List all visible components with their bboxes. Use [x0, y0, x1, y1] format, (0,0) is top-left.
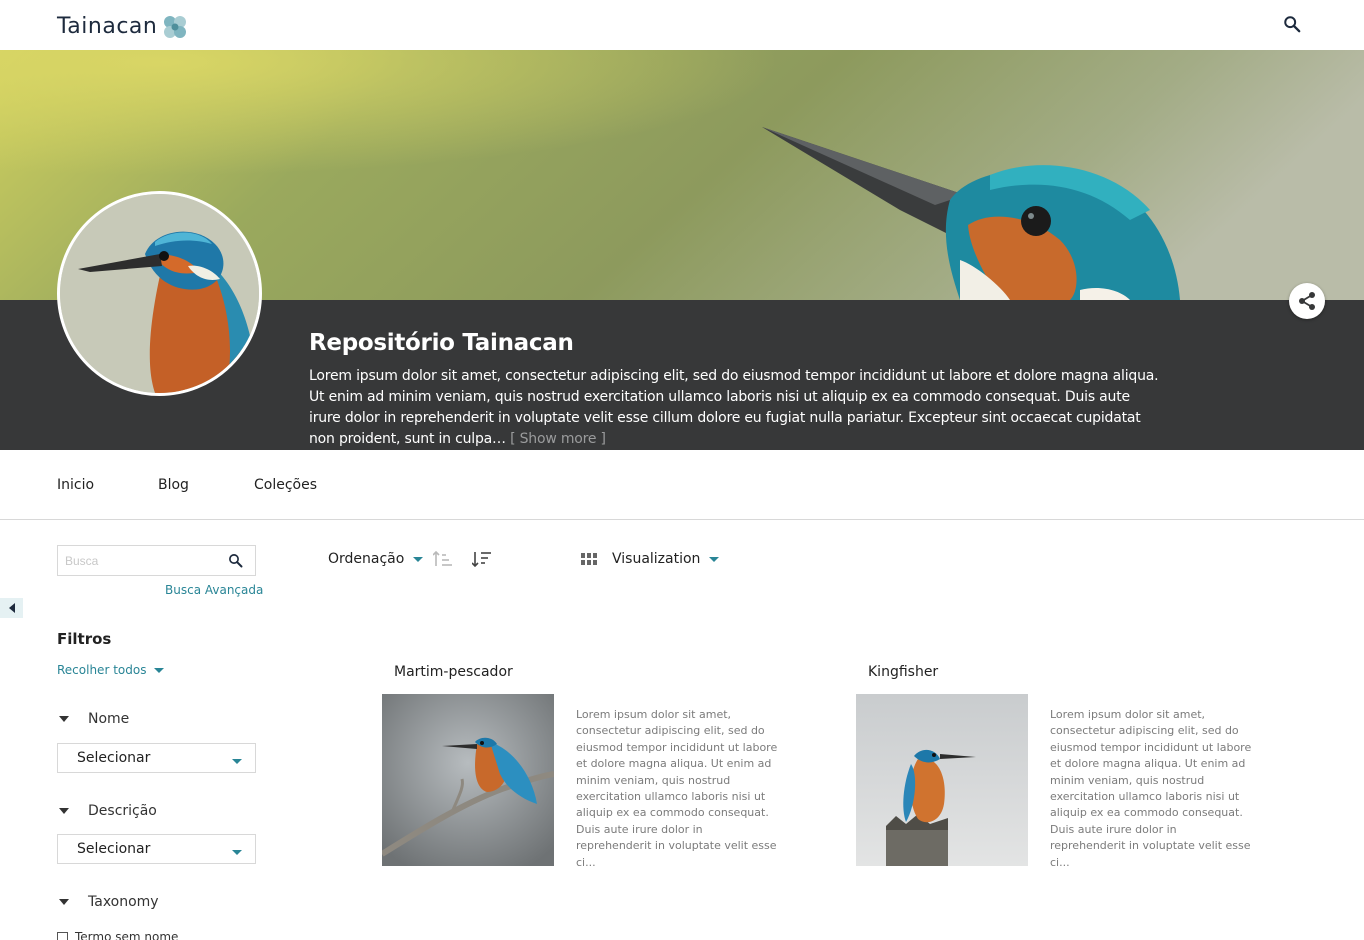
search-box — [57, 545, 256, 576]
collapse-sidebar-button[interactable] — [0, 598, 23, 618]
filter-header-descricao[interactable]: Descrição — [57, 803, 157, 819]
repository-description-text: Lorem ipsum dolor sit amet, consectetur … — [309, 368, 1159, 447]
caret-down-icon — [709, 556, 720, 562]
triangle-down-icon — [59, 899, 69, 905]
view-mode-label: Visualization — [612, 551, 701, 567]
nav-item-colecoes[interactable]: Coleções — [254, 477, 317, 493]
search-icon[interactable] — [228, 553, 243, 568]
repository-description: Lorem ipsum dolor sit amet, consectetur … — [309, 366, 1159, 450]
tainacan-logo[interactable]: Tainacan — [57, 14, 187, 39]
repository-title: Repositório Tainacan — [309, 330, 574, 356]
triangle-down-icon — [59, 808, 69, 814]
advanced-search-link[interactable]: Busca Avançada — [165, 583, 263, 597]
sort-descending-icon[interactable] — [472, 551, 492, 567]
filter-select-nome[interactable]: Selecionar — [57, 743, 256, 773]
logo-mark-icon — [164, 15, 187, 38]
item-title[interactable]: Kingfisher — [868, 664, 938, 680]
filters-title: Filtros — [57, 630, 112, 648]
filter-label: Nome — [88, 711, 130, 727]
item-thumbnail[interactable] — [382, 694, 554, 866]
nav-item-inicio[interactable]: Inicio — [57, 477, 94, 493]
repository-avatar — [57, 191, 262, 396]
filter-header-nome[interactable]: Nome — [57, 711, 129, 727]
chevron-down-icon — [232, 850, 242, 855]
filter-select-descricao[interactable]: Selecionar — [57, 834, 256, 864]
search-input[interactable] — [58, 546, 223, 575]
triangle-down-icon — [59, 716, 69, 722]
item-thumbnail[interactable] — [856, 694, 1028, 866]
item-description: Lorem ipsum dolor sit amet, consectetur … — [576, 708, 778, 869]
select-value: Selecionar — [77, 841, 151, 857]
caret-down-icon — [154, 667, 165, 673]
item-title[interactable]: Martim-pescador — [394, 664, 513, 680]
sort-label: Ordenação — [328, 551, 405, 567]
share-icon — [1299, 292, 1315, 310]
share-button[interactable] — [1289, 283, 1325, 319]
top-header: Tainacan — [0, 0, 1364, 50]
caret-left-icon — [8, 603, 15, 613]
filter-label: Descrição — [88, 803, 157, 819]
sort-ascending-icon[interactable] — [433, 551, 453, 567]
nav-item-blog[interactable]: Blog — [158, 477, 189, 493]
filter-label: Taxonomy — [88, 894, 159, 910]
collapse-all-button[interactable]: Recolher todos — [57, 663, 165, 677]
show-more-link[interactable]: [ Show more ] — [510, 431, 606, 447]
term-label: Termo sem nome — [75, 930, 179, 940]
caret-down-icon — [413, 556, 424, 562]
chevron-down-icon — [232, 759, 242, 764]
logo-text: Tainacan — [57, 14, 158, 39]
item-description: Lorem ipsum dolor sit amet, consectetur … — [1050, 708, 1252, 869]
view-mode-dropdown[interactable]: Visualization — [581, 551, 720, 567]
term-checkbox[interactable] — [57, 931, 68, 940]
search-icon[interactable] — [1283, 15, 1301, 33]
collapse-all-label: Recolher todos — [57, 663, 147, 677]
select-value: Selecionar — [77, 750, 151, 766]
taxonomy-term-option: Termo sem nome — [57, 930, 178, 940]
main-nav: Inicio Blog Coleções — [0, 450, 1364, 520]
sort-dropdown[interactable]: Ordenação — [328, 551, 424, 567]
grid-icon — [581, 553, 597, 565]
filter-header-taxonomy[interactable]: Taxonomy — [57, 894, 159, 910]
